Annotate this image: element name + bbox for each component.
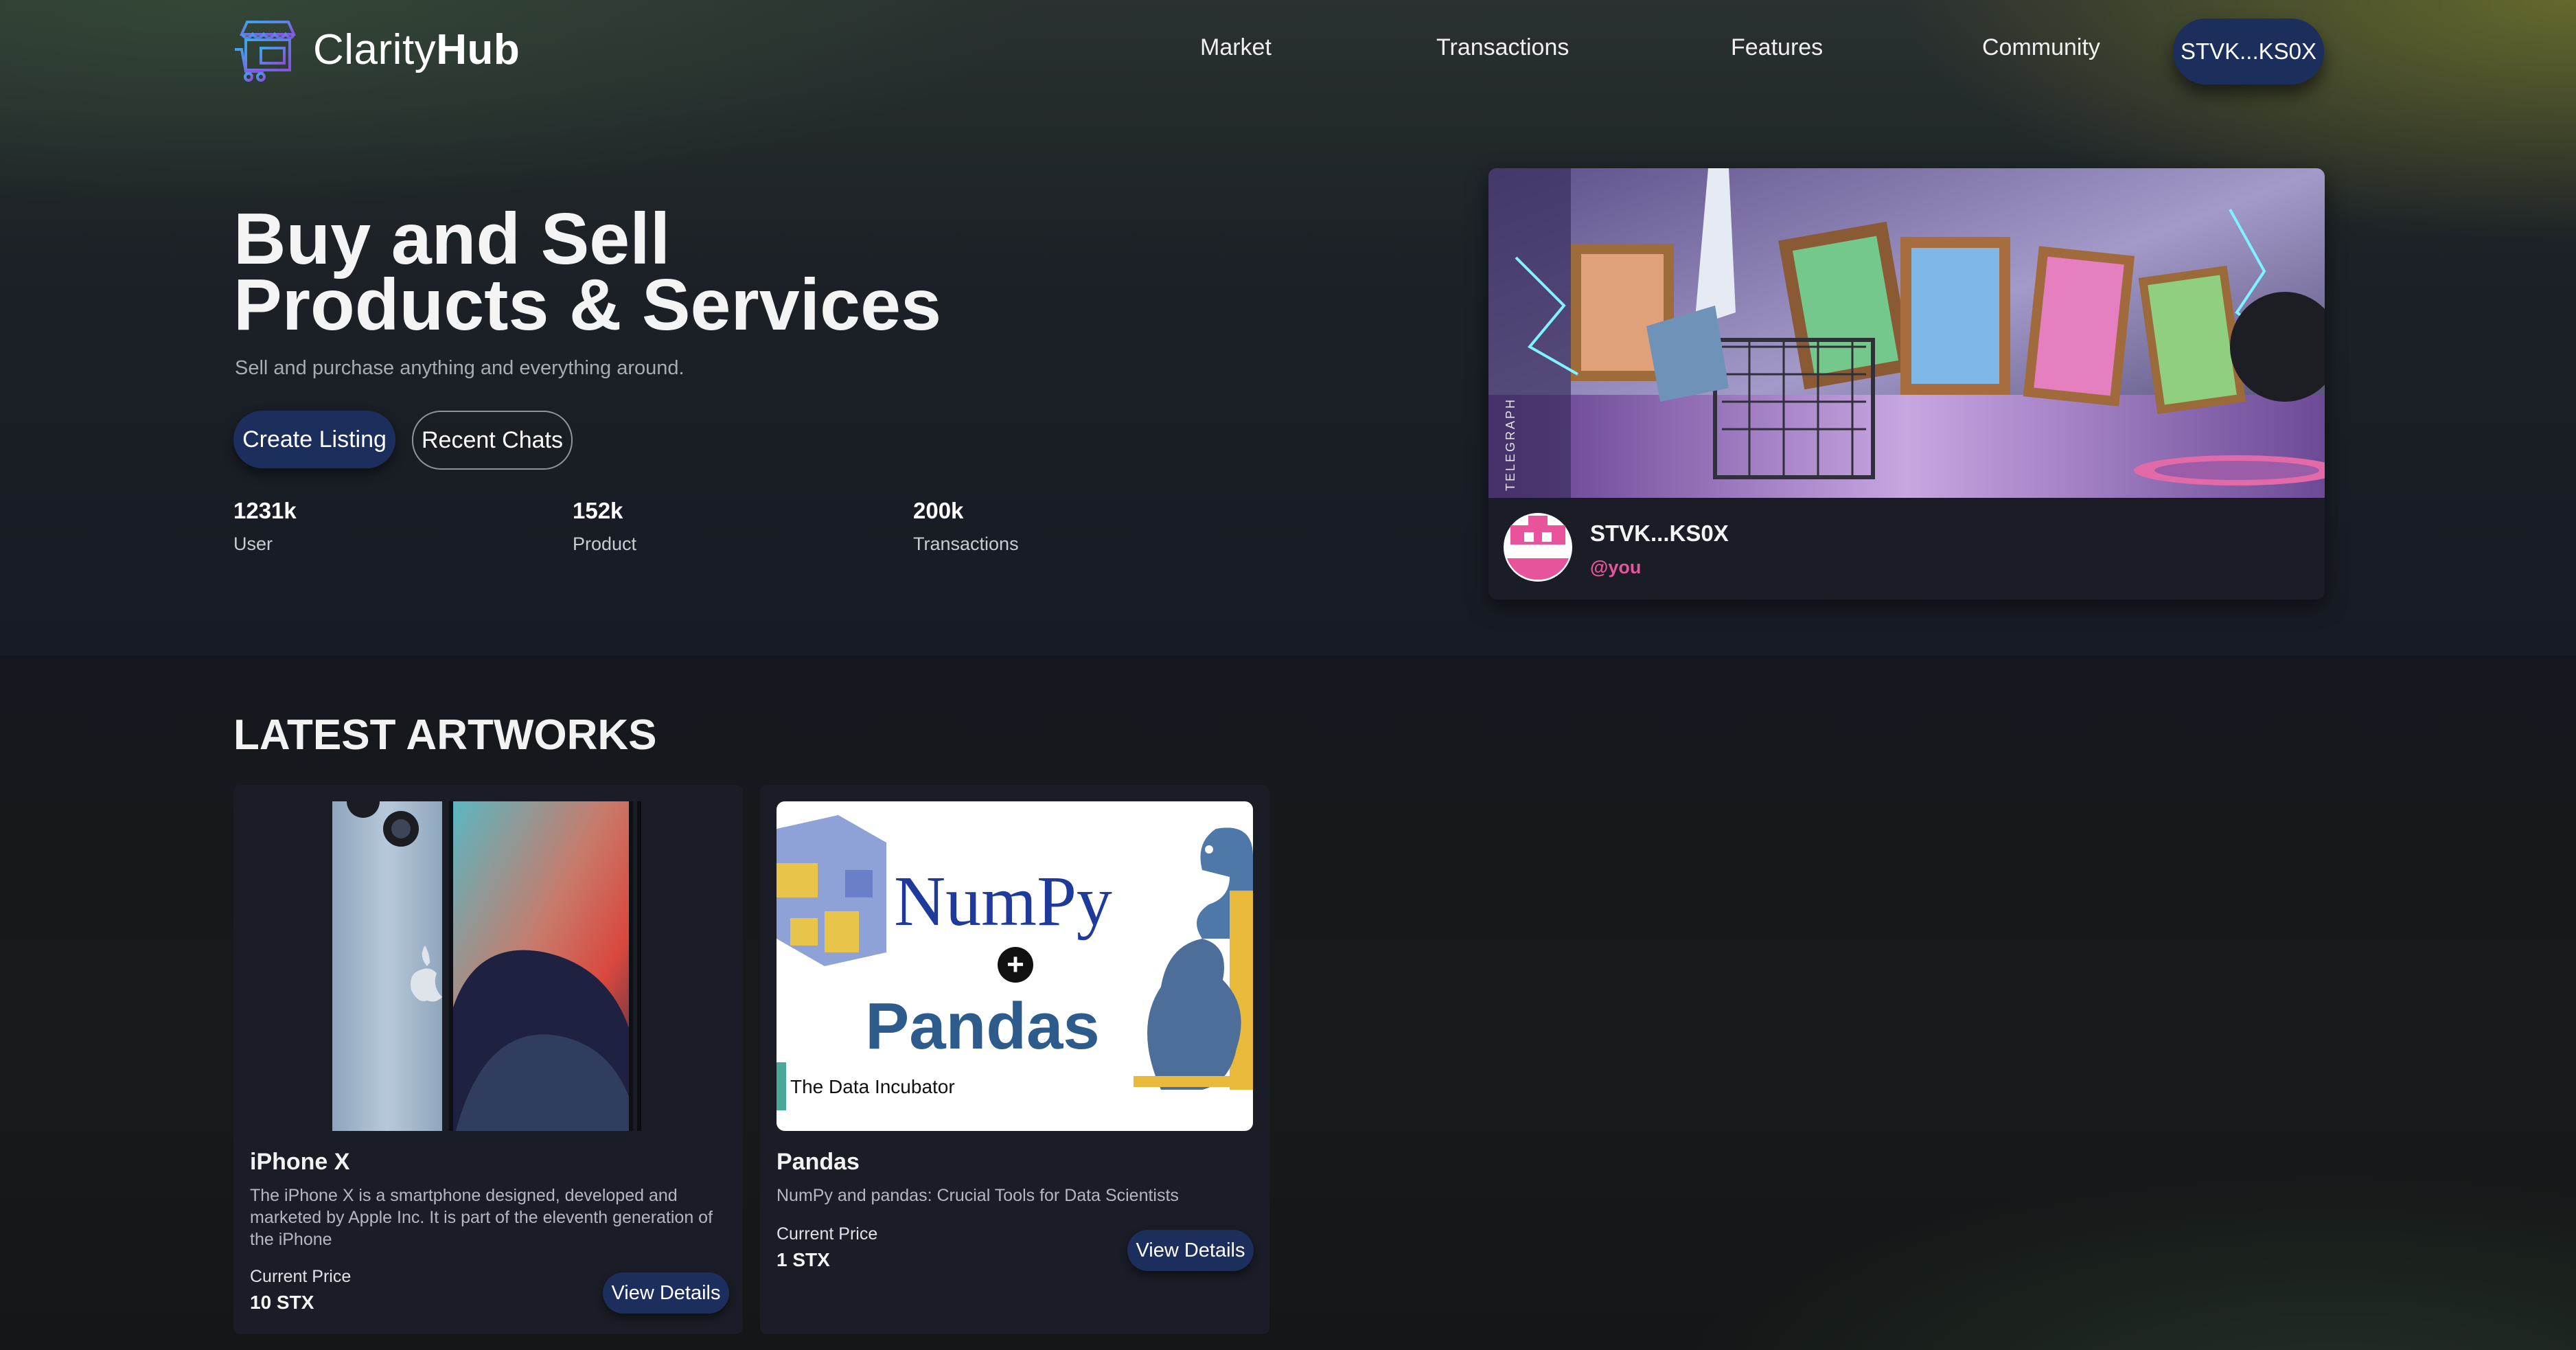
recent-chats-button[interactable]: Recent Chats: [412, 411, 573, 470]
phone-image: [250, 801, 726, 1131]
artwork-description: NumPy and pandas: Crucial Tools for Data…: [777, 1186, 1179, 1205]
stat-value: 1231k: [233, 498, 297, 523]
wallet-connect-button[interactable]: STVK...KS0X: [2173, 19, 2324, 84]
hero-title-line-2: Products & Services: [233, 264, 942, 345]
shop-cart-icon: [235, 21, 297, 82]
hero-subtitle: Sell and purchase anything and everythin…: [235, 357, 685, 379]
numpy-text: NumPy: [894, 862, 1112, 941]
brand-logo[interactable]: ClarityHub: [233, 15, 520, 84]
profile-card[interactable]: TELEGRAPH STVK...KS0X @you: [1488, 168, 2325, 599]
nav-community-link[interactable]: Community: [1982, 34, 2100, 61]
section-title: LATEST ARTWORKS: [233, 711, 657, 759]
stat-label: Product: [573, 534, 637, 554]
artwork-title: Pandas: [777, 1149, 860, 1175]
stat-products: 152k Product: [573, 498, 636, 555]
profile-banner-image: [1488, 168, 2325, 498]
artwork-image: NumPy + Pandas The Data Incubator: [777, 801, 1253, 1131]
artwork-card-pandas[interactable]: NumPy + Pandas The Data Incubator Pandas…: [760, 785, 1269, 1334]
stat-users: 1231k User: [233, 498, 297, 555]
avatar: [1504, 513, 1572, 582]
nav-features-link[interactable]: Features: [1731, 34, 1823, 61]
view-details-button[interactable]: View Details: [1127, 1230, 1254, 1271]
numpy-pandas-image: NumPy + Pandas The Data Incubator: [777, 801, 1253, 1131]
stat-value: 200k: [913, 498, 964, 523]
numpy-cube-icon: [777, 815, 886, 966]
pandas-text: Pandas: [865, 989, 1099, 1063]
brand-name: ClarityHub: [313, 25, 520, 73]
price-value: 10 STX: [250, 1292, 314, 1313]
price-value: 1 STX: [777, 1249, 830, 1270]
stat-label: User: [233, 534, 273, 554]
stat-transactions: 200k Transactions: [913, 498, 1019, 555]
nav-transactions-link[interactable]: Transactions: [1436, 34, 1569, 61]
create-listing-button[interactable]: Create Listing: [233, 411, 395, 468]
banner-watermark: TELEGRAPH: [1504, 397, 1517, 491]
artwork-description: The iPhone X is a smartphone designed, d…: [250, 1186, 713, 1249]
profile-handle: @you: [1590, 557, 1642, 577]
artwork-title: iPhone X: [250, 1149, 350, 1175]
nav-market-link[interactable]: Market: [1200, 34, 1272, 61]
price-label: Current Price: [777, 1224, 878, 1244]
plus-text: +: [1007, 948, 1024, 981]
stat-value: 152k: [573, 498, 623, 523]
price-label: Current Price: [250, 1267, 352, 1286]
credit-text: The Data Incubator: [790, 1076, 955, 1097]
stat-label: Transactions: [913, 534, 1019, 554]
hero-title: Buy and Sell Products & Services: [233, 203, 941, 341]
artwork-image: [250, 801, 726, 1131]
view-details-button[interactable]: View Details: [603, 1272, 729, 1314]
profile-name: STVK...KS0X: [1590, 520, 1729, 546]
artwork-card-iphone[interactable]: iPhone X The iPhone X is a smartphone de…: [233, 785, 743, 1334]
